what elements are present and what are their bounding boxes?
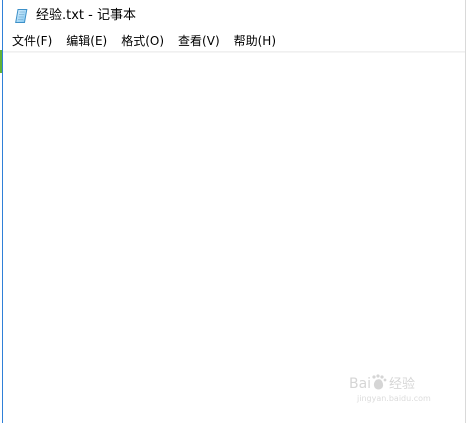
baidu-watermark: Bai 经验 jingyan.baidu.com (349, 371, 439, 407)
menu-format[interactable]: 格式(O) (114, 32, 171, 51)
editor-text[interactable] (3, 53, 465, 69)
window-title: 经验.txt - 记事本 (36, 8, 136, 23)
title-bar[interactable]: 经验.txt - 记事本 (3, 0, 465, 32)
notepad-window: 经验.txt - 记事本 文件(F) 编辑(E) 格式(O) 查看(V) 帮助(… (2, 0, 466, 423)
menu-edit[interactable]: 编辑(E) (59, 32, 114, 51)
menu-view[interactable]: 查看(V) (171, 32, 227, 51)
baidu-watermark-logo: Bai 经验 (349, 374, 415, 392)
baidu-watermark-url: jingyan.baidu.com (357, 394, 431, 403)
svg-text:经验: 经验 (389, 376, 415, 392)
menu-help[interactable]: 帮助(H) (227, 32, 283, 51)
menu-bar: 文件(F) 编辑(E) 格式(O) 查看(V) 帮助(H) (3, 32, 465, 52)
menu-file[interactable]: 文件(F) (5, 32, 59, 51)
text-editor[interactable]: Bai 经验 jingyan.baidu.com (3, 52, 465, 423)
notepad-icon (15, 9, 28, 23)
svg-text:Bai: Bai (349, 376, 371, 392)
